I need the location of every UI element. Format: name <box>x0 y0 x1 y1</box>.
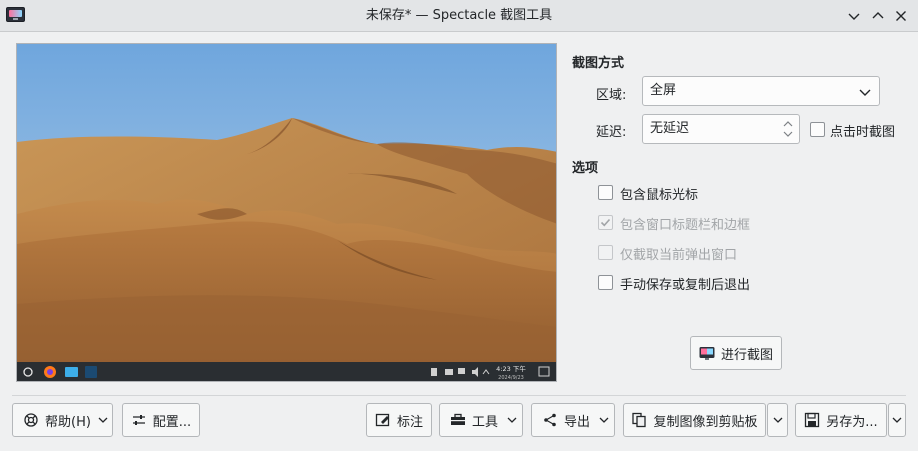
taskbar-clock-time: 4:23 下午 <box>496 364 526 373</box>
save-options-dropdown[interactable] <box>888 403 906 437</box>
popup-only-checkbox <box>598 245 613 260</box>
screenshot-preview[interactable]: 4:23 下午 2024/9/23 <box>16 43 557 382</box>
settings-sliders-icon <box>131 412 147 428</box>
annotate-icon <box>375 412 391 428</box>
terminal-icon <box>85 366 97 378</box>
desert-wallpaper-image: 4:23 下午 2024/9/23 <box>17 44 556 381</box>
chevron-down-icon <box>859 89 871 96</box>
help-icon <box>23 412 39 428</box>
help-menu-button[interactable]: 帮助(H) <box>12 403 113 437</box>
tools-label: 工具 <box>472 414 499 430</box>
delay-spinbox[interactable]: 无延迟 <box>642 114 800 144</box>
capture-on-click-checkbox[interactable] <box>810 122 825 137</box>
capture-mode-heading: 截图方式 <box>572 56 625 71</box>
copy-icon <box>631 412 647 428</box>
include-cursor-checkbox[interactable] <box>598 185 613 200</box>
chevron-up-icon <box>872 12 884 19</box>
divider <box>12 395 906 396</box>
include-window-decorations-checkbox <box>598 215 613 230</box>
copy-to-clipboard-button[interactable]: 复制图像到剪贴板 <box>623 403 766 437</box>
popup-only-label: 仅截取当前弹出窗口 <box>620 248 738 263</box>
take-screenshot-label: 进行截图 <box>720 347 773 363</box>
chevron-down-icon <box>892 417 902 423</box>
close-button[interactable] <box>891 6 911 26</box>
maximize-button[interactable] <box>868 6 888 26</box>
copy-to-clipboard-label: 复制图像到剪贴板 <box>653 414 758 430</box>
title-bar: 未保存* — Spectacle 截图工具 <box>0 0 918 32</box>
options-heading: 选项 <box>572 161 599 176</box>
configure-button[interactable]: 配置... <box>122 403 200 437</box>
delay-label: 延迟: <box>596 125 627 140</box>
minimize-button[interactable] <box>844 6 864 26</box>
chevron-down-icon <box>599 417 609 423</box>
take-screenshot-button[interactable]: 进行截图 <box>690 336 782 370</box>
chevron-down-icon <box>507 417 517 423</box>
include-cursor-label[interactable]: 包含鼠标光标 <box>620 184 698 203</box>
checkmark-icon <box>600 218 611 227</box>
annotate-button[interactable]: 标注 <box>366 403 432 437</box>
annotate-label: 标注 <box>396 414 423 430</box>
spectacle-icon <box>699 345 715 361</box>
area-combobox[interactable]: 全屏 <box>642 76 880 106</box>
main-content: 4:23 下午 2024/9/23 截图方式 区域: 全屏 延迟: 无延迟 点击… <box>0 33 918 451</box>
window-title: 未保存* — Spectacle 截图工具 <box>365 8 553 23</box>
area-combobox-value: 全屏 <box>650 83 677 98</box>
copy-options-dropdown[interactable] <box>767 403 788 437</box>
quit-after-save-checkbox[interactable] <box>598 275 613 290</box>
share-icon <box>542 412 558 428</box>
include-window-decorations-label: 包含窗口标题栏和边框 <box>620 218 751 233</box>
help-label: 帮助(H) <box>45 414 91 430</box>
tools-menu-button[interactable]: 工具 <box>439 403 523 437</box>
spin-arrows-icon[interactable] <box>783 118 793 140</box>
area-label: 区域: <box>596 88 627 103</box>
quit-after-save-label[interactable]: 手动保存或复制后退出 <box>620 274 750 293</box>
save-as-label: 另存为... <box>826 414 878 430</box>
file-manager-icon <box>65 367 78 377</box>
export-label: 导出 <box>564 414 591 430</box>
delay-spinbox-value: 无延迟 <box>650 121 690 136</box>
toolbox-icon <box>450 412 466 428</box>
configure-label: 配置... <box>152 414 192 430</box>
save-icon <box>804 412 820 428</box>
taskbar-clock-date: 2024/9/23 <box>498 375 524 381</box>
chevron-down-icon <box>773 417 782 423</box>
chevron-down-icon <box>848 13 860 20</box>
save-as-button[interactable]: 另存为... <box>795 403 887 437</box>
close-icon <box>896 11 906 21</box>
capture-on-click-label[interactable]: 点击时截图 <box>830 121 895 140</box>
chevron-down-icon <box>98 417 108 423</box>
export-menu-button[interactable]: 导出 <box>531 403 615 437</box>
